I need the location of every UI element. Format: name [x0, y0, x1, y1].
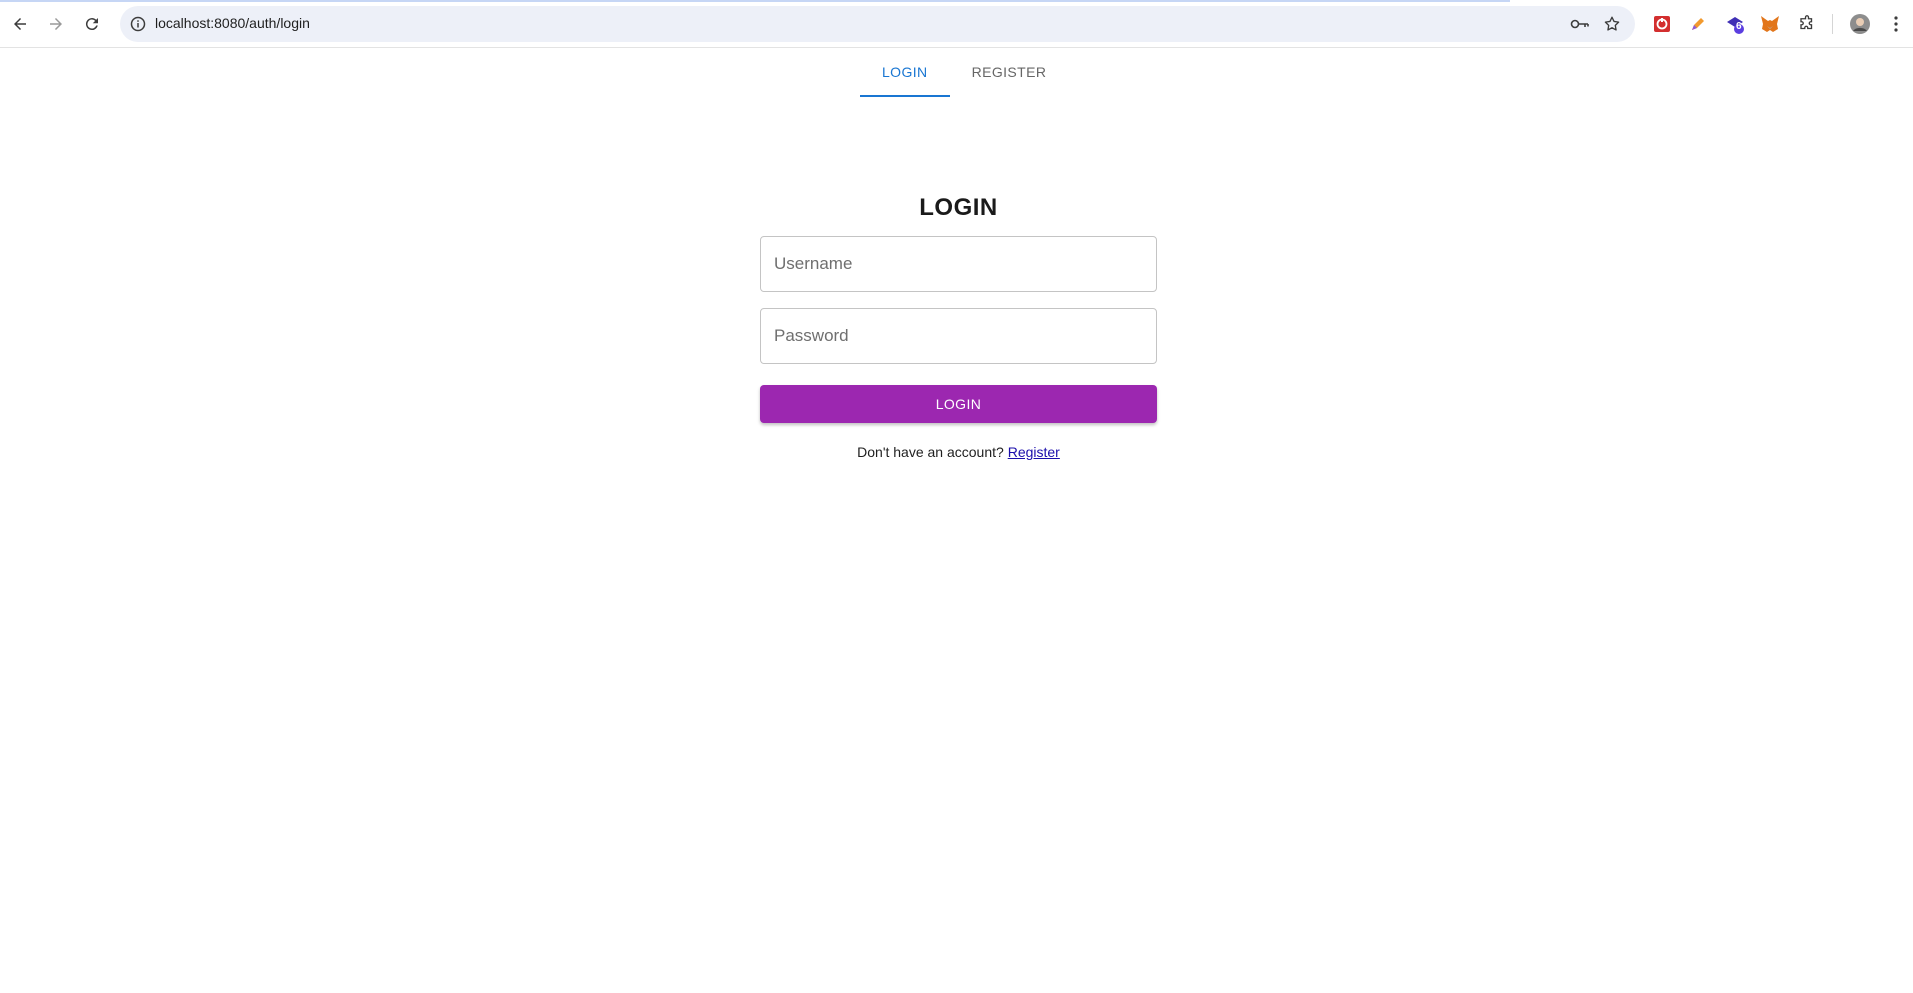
reload-button[interactable] — [78, 10, 106, 38]
profile-avatar-icon[interactable] — [1849, 13, 1871, 35]
login-button[interactable]: LOGIN — [760, 385, 1157, 423]
extension-badge-count: 6 — [1736, 21, 1742, 32]
reload-icon — [85, 18, 98, 31]
metamask-fox-icon[interactable] — [1759, 13, 1781, 35]
arrow-right-icon — [50, 18, 62, 30]
extension-pencil-icon[interactable] — [1687, 13, 1709, 35]
register-prompt-text: Don't have an account? — [857, 444, 1004, 460]
extension-badge-icon[interactable]: 6 — [1724, 13, 1746, 35]
arrow-left-icon — [14, 18, 26, 30]
bookmark-star-icon[interactable] — [1602, 14, 1622, 34]
site-info-icon[interactable] — [128, 14, 148, 34]
tab-register[interactable]: REGISTER — [950, 48, 1069, 97]
back-button[interactable] — [6, 10, 34, 38]
page-title: LOGIN — [919, 194, 998, 221]
forward-button[interactable] — [42, 10, 70, 38]
username-input[interactable] — [760, 236, 1157, 292]
address-bar[interactable]: localhost:8080/auth/login — [120, 6, 1635, 42]
register-prompt: Don't have an account? Register — [760, 444, 1157, 460]
password-input[interactable] — [760, 308, 1157, 364]
browser-toolbar: localhost:8080/auth/login 6 — [0, 0, 1913, 48]
tab-login[interactable]: LOGIN — [860, 48, 950, 97]
browser-menu-icon[interactable] — [1885, 13, 1907, 35]
password-key-icon[interactable] — [1570, 14, 1590, 34]
login-form: LOGIN LOGIN Don't have an account? Regis… — [760, 190, 1157, 460]
url-text[interactable]: localhost:8080/auth/login — [155, 15, 310, 31]
register-link[interactable]: Register — [1008, 444, 1060, 460]
page-load-progress — [0, 0, 1510, 2]
toolbar-divider — [1832, 14, 1833, 34]
extensions-puzzle-icon[interactable] — [1796, 13, 1818, 35]
auth-tabs: LOGIN REGISTER — [860, 48, 1068, 97]
extension-red-icon[interactable] — [1651, 13, 1673, 35]
